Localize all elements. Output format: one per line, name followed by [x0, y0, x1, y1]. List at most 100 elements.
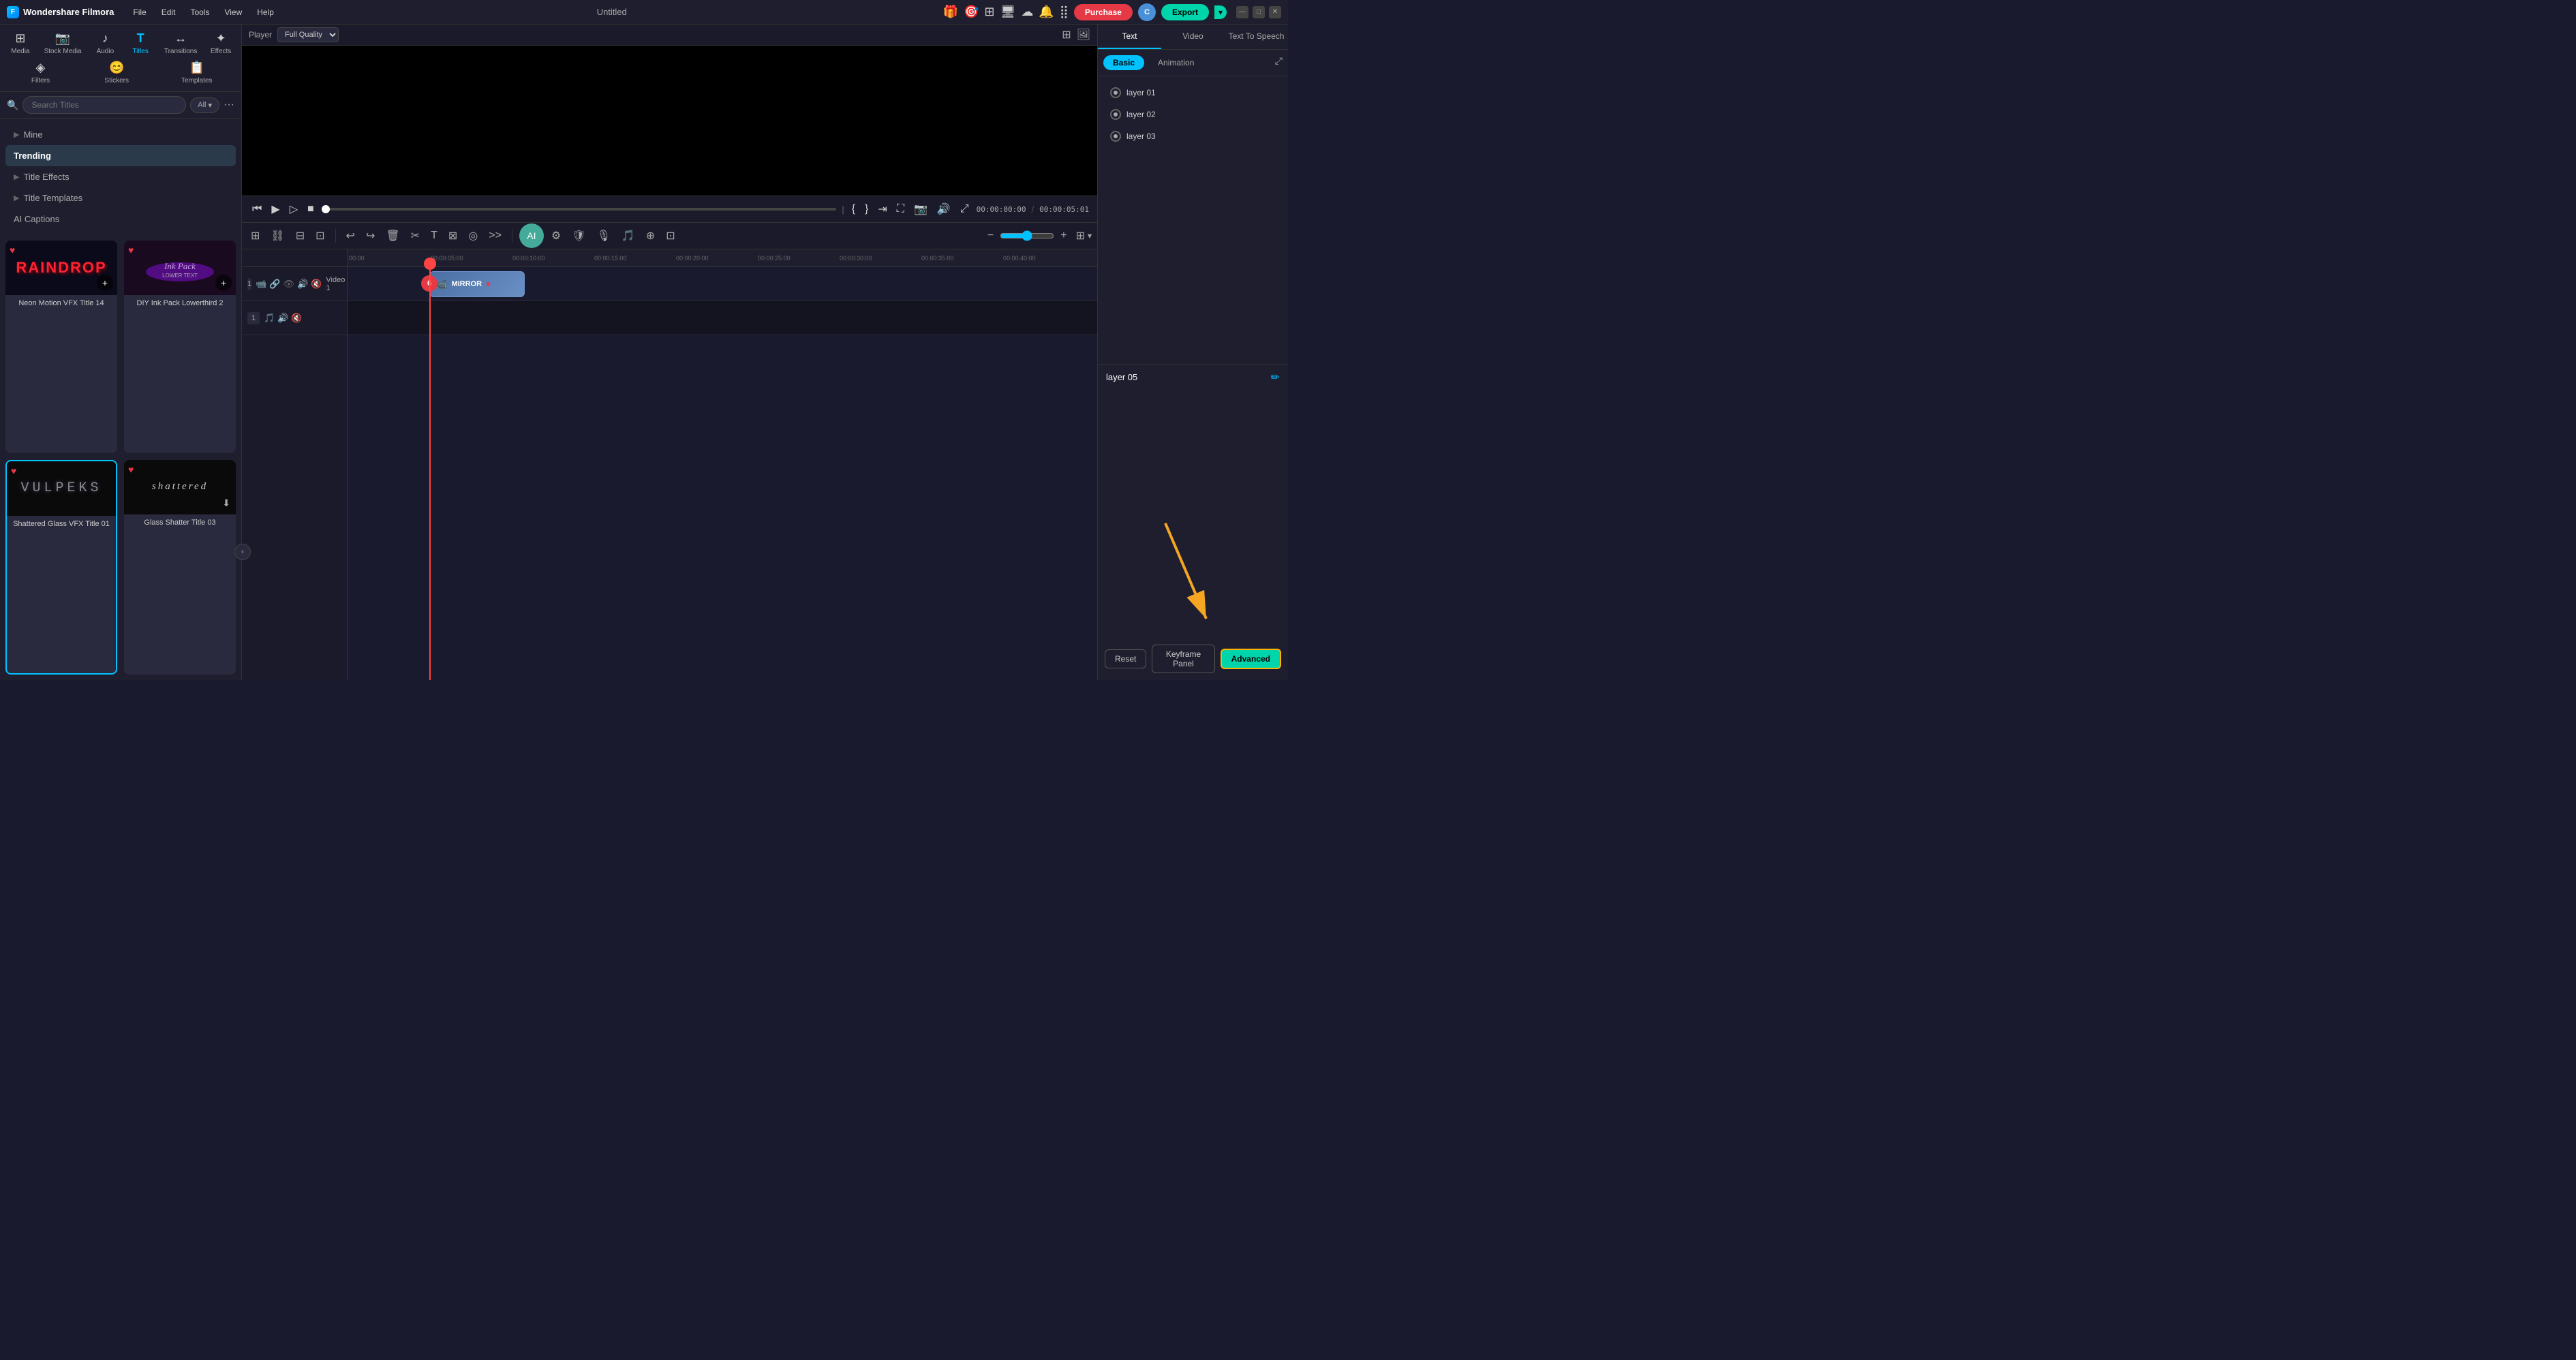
- track-mute-icon[interactable]: 🔇: [311, 279, 322, 290]
- zoom-out-button[interactable]: −: [984, 228, 997, 244]
- nav-edit[interactable]: Edit: [155, 5, 183, 20]
- purchase-button[interactable]: Purchase: [1074, 4, 1133, 20]
- keyframe-panel-button[interactable]: Keyframe Panel: [1152, 645, 1214, 673]
- link-track-button[interactable]: ⛓: [267, 227, 288, 245]
- sidebar-item-stickers[interactable]: 😊 Stickers: [99, 58, 134, 87]
- sidebar-item-transitions[interactable]: ↔ Transitions: [159, 29, 203, 58]
- sidebar-nav-trending[interactable]: Trending: [5, 145, 236, 166]
- track-camera-icon[interactable]: 📹: [256, 279, 266, 290]
- delete-button[interactable]: 🗑: [382, 227, 403, 245]
- export-button[interactable]: Export: [1161, 4, 1209, 20]
- search-input[interactable]: [22, 96, 186, 114]
- bell-icon[interactable]: 🔔: [1039, 5, 1054, 19]
- export-dropdown-icon[interactable]: ▾: [1214, 5, 1227, 19]
- image-view-icon[interactable]: 🖼: [1077, 28, 1090, 42]
- zoom-slider[interactable]: [1000, 230, 1054, 241]
- tab-tts[interactable]: Text To Speech: [1225, 25, 1288, 49]
- sidebar-nav-mine[interactable]: ▶ Mine: [5, 124, 236, 145]
- progress-bar[interactable]: [322, 208, 837, 211]
- play-loop-button[interactable]: ▷: [288, 200, 300, 218]
- close-button[interactable]: ✕: [1269, 6, 1281, 18]
- cut-button[interactable]: ✂: [408, 227, 423, 245]
- mark-in-button[interactable]: {: [850, 201, 857, 217]
- track-audio-icon[interactable]: 🎵: [264, 313, 275, 324]
- settings-button[interactable]: ⚙: [548, 227, 564, 245]
- insert-button[interactable]: ⇥: [876, 200, 889, 218]
- speed-button[interactable]: >>: [485, 228, 505, 244]
- layer-name-input[interactable]: [1106, 372, 1271, 382]
- video-clip[interactable]: 📹 MIRROR ♥: [429, 271, 525, 297]
- ai-button[interactable]: AI: [519, 223, 544, 248]
- zoom-in-button[interactable]: +: [1057, 228, 1070, 244]
- undo-button[interactable]: ↩: [343, 227, 358, 245]
- layer-edit-button[interactable]: ✏: [1271, 371, 1280, 384]
- maximize-button[interactable]: □: [1253, 6, 1265, 18]
- filter-dropdown[interactable]: All ▾: [190, 97, 219, 113]
- tab-text[interactable]: Text: [1098, 25, 1161, 49]
- sidebar-nav-ai-captions[interactable]: AI Captions: [5, 208, 236, 230]
- nav-file[interactable]: File: [126, 5, 153, 20]
- grid-icon[interactable]: ⊞: [984, 5, 994, 19]
- layout-chevron-icon[interactable]: ▾: [1088, 231, 1092, 241]
- sidebar-item-effects[interactable]: ✦ Effects: [204, 29, 238, 58]
- stop-button[interactable]: ■: [305, 201, 316, 217]
- crop-button[interactable]: ⊠: [445, 227, 461, 245]
- sidebar-item-templates[interactable]: 📋 Templates: [176, 58, 218, 87]
- gift-icon[interactable]: 🎁: [943, 5, 958, 19]
- expand-icon[interactable]: ⤢: [1275, 55, 1283, 70]
- apps-icon[interactable]: ⣿: [1060, 5, 1069, 19]
- fullscreen-preview-button[interactable]: ⛶: [895, 201, 906, 217]
- track-mute2-icon[interactable]: 🔇: [291, 313, 302, 324]
- skip-back-button[interactable]: ⏮: [250, 201, 264, 217]
- minimize-button[interactable]: —: [1236, 6, 1248, 18]
- reset-button[interactable]: Reset: [1105, 649, 1146, 668]
- more-options-button[interactable]: ···: [224, 99, 234, 111]
- shield-button[interactable]: 🛡: [568, 227, 589, 245]
- sidebar-item-filters[interactable]: ◈ Filters: [23, 58, 57, 87]
- mark-out-button[interactable]: }: [863, 201, 870, 217]
- track-volume-icon[interactable]: 🔊: [297, 279, 308, 290]
- text-button[interactable]: T: [427, 228, 441, 244]
- thumb-card-1[interactable]: ♥ RAINDROP + Neon Motion VFX Title 14: [5, 241, 117, 453]
- layer-item-02[interactable]: layer 02: [1103, 104, 1283, 125]
- fit-button[interactable]: ⤢: [958, 201, 971, 217]
- sidebar-item-titles[interactable]: T Titles: [123, 29, 157, 58]
- multi-clip-button[interactable]: ⊡: [312, 227, 328, 245]
- sidebar-item-audio[interactable]: ♪ Audio: [88, 29, 122, 58]
- volume-button[interactable]: 🔊: [935, 200, 953, 218]
- user-avatar[interactable]: C: [1138, 3, 1156, 21]
- color-button[interactable]: ◎: [465, 227, 481, 245]
- nav-view[interactable]: View: [217, 5, 249, 20]
- collapse-panel-button[interactable]: ‹: [234, 544, 251, 560]
- target-icon[interactable]: 🎯: [964, 5, 979, 19]
- sidebar-item-media[interactable]: ⊞ Media: [3, 29, 37, 58]
- track-link-icon[interactable]: 🔗: [269, 279, 280, 290]
- track-vol-icon[interactable]: 🔊: [277, 313, 288, 324]
- thumb-card-4[interactable]: ♥ shattered ⬇ Glass Shatter Title 03: [124, 460, 236, 675]
- compound-button[interactable]: ⊕: [643, 227, 658, 245]
- track-eye-icon[interactable]: 👁: [283, 279, 295, 290]
- audio-track-button[interactable]: 🎵: [618, 227, 639, 245]
- redo-button[interactable]: ↪: [363, 227, 378, 245]
- pip-button[interactable]: ⊡: [662, 227, 678, 245]
- add-button-1[interactable]: +: [97, 275, 113, 291]
- mic-button[interactable]: 🎙: [594, 227, 614, 245]
- advanced-button[interactable]: Advanced: [1221, 649, 1281, 669]
- sidebar-nav-title-effects[interactable]: ▶ Title Effects: [5, 166, 236, 187]
- snapshot-button[interactable]: 📷: [912, 200, 930, 218]
- nav-tools[interactable]: Tools: [183, 5, 216, 20]
- split-audio-button[interactable]: ⊟: [292, 227, 308, 245]
- add-track-button[interactable]: ⊞: [247, 227, 263, 245]
- monitor-icon[interactable]: 🖥: [1000, 5, 1015, 19]
- quality-select[interactable]: Full Quality: [277, 27, 339, 42]
- sidebar-nav-title-templates[interactable]: ▶ Title Templates: [5, 187, 236, 208]
- layer-item-01[interactable]: layer 01: [1103, 82, 1283, 104]
- subtab-animation[interactable]: Animation: [1148, 55, 1203, 70]
- play-button[interactable]: ▶: [269, 200, 281, 218]
- sidebar-item-stock[interactable]: 📷 Stock Media: [39, 29, 87, 58]
- thumb-card-3[interactable]: ♥ VULPEKS Shattered Glass VFX Title 01: [5, 460, 117, 675]
- grid-layout-icon[interactable]: ⊞: [1076, 229, 1085, 243]
- subtab-basic[interactable]: Basic: [1103, 55, 1144, 70]
- grid-view-icon[interactable]: ⊞: [1062, 28, 1071, 42]
- nav-help[interactable]: Help: [250, 5, 281, 20]
